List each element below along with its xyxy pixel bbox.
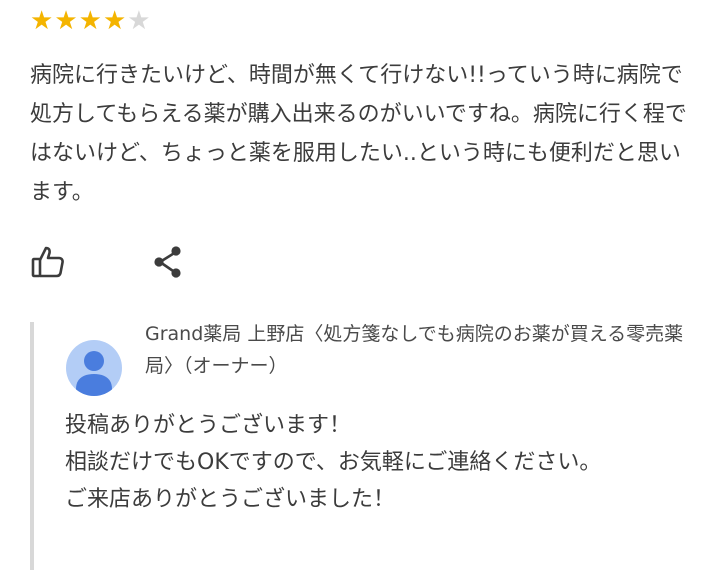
star-empty-icon: ★ (127, 6, 151, 36)
share-button[interactable] (148, 242, 188, 282)
star-icon: ★ (54, 6, 78, 36)
star-icon: ★ (30, 6, 54, 36)
review-text: 病院に行きたいけど、時間が無くて行けない!!っていう時に病院で処方してもらえる薬… (30, 63, 687, 205)
reply-text: 投稿ありがとうございます！ 相談だけでもOKですので、お気軽にご連絡ください。 … (65, 413, 602, 512)
review-actions (30, 242, 188, 282)
star-rating: ★ ★ ★ ★ ★ (30, 6, 152, 36)
share-icon (154, 246, 181, 278)
like-button[interactable] (28, 242, 68, 282)
star-icon: ★ (102, 6, 127, 36)
owner-name: Grand薬局 上野店〈処方箋なしでも病院のお薬が買える零売薬局〉（オーナー） (145, 323, 684, 377)
person-avatar-icon (66, 340, 122, 396)
thumbs-up-icon (31, 246, 64, 278)
star-icon: ★ (78, 6, 102, 36)
owner-reply: Grand薬局 上野店〈処方箋なしでも病院のお薬が買える零売薬局〉（オーナー） … (30, 322, 694, 570)
review-card: ★ ★ ★ ★ ★ 病院に行きたいけど、時間が無くて行けない!!っていう時に病院… (0, 0, 720, 580)
